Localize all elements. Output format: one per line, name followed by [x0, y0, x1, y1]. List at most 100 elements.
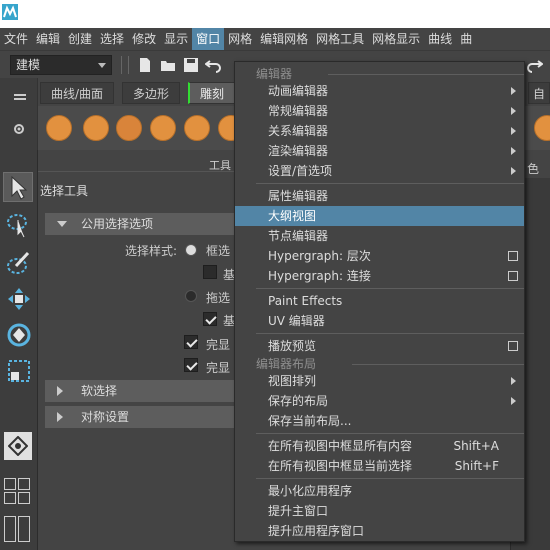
menu-display[interactable]: 显示 [160, 28, 192, 50]
menu-item-animation-editors[interactable]: 动画编辑器 [235, 81, 524, 101]
fill-tool-icon[interactable] [534, 115, 550, 141]
menu-item-label: 视图排列 [268, 374, 317, 388]
submenu-arrow-icon [511, 87, 516, 95]
gear-icon[interactable] [12, 122, 26, 136]
menu-item-playblast[interactable]: 播放预览 [235, 336, 524, 356]
smooth-tool-icon[interactable] [83, 115, 109, 141]
menu-mesh-tools[interactable]: 网格工具 [312, 28, 368, 50]
layout-four-button[interactable] [4, 478, 30, 504]
grab-tool-icon[interactable] [150, 115, 176, 141]
menu-item-save-current-layout[interactable]: 保存当前布局... [235, 411, 524, 431]
drag-radio[interactable] [185, 290, 197, 302]
menu-surfaces[interactable]: 曲 [456, 28, 476, 50]
shelf-tab-polygons[interactable]: 多边形 [122, 82, 181, 104]
menu-item-hypergraph-hierarchy[interactable]: Hypergraph: 层次 [235, 246, 524, 266]
menu-item-raise-app-windows[interactable]: 提升应用程序窗口 [235, 521, 524, 541]
menu-item-relationship-editors[interactable]: 关系编辑器 [235, 121, 524, 141]
section-editors-label: 编辑器 [256, 67, 293, 81]
layout-single-button[interactable] [4, 432, 32, 460]
menu-item-attribute-editor[interactable]: 属性编辑器 [235, 186, 524, 206]
plus-icon [4, 492, 16, 504]
menu-curves[interactable]: 曲线 [424, 28, 456, 50]
menu-item-label: 关系编辑器 [268, 124, 329, 138]
menu-item-label: 渲染编辑器 [268, 144, 329, 158]
shelf-tab-sculpting[interactable]: 雕刻 [188, 82, 236, 104]
menuset-dropdown[interactable]: 建模 [10, 55, 112, 75]
scale-tool-button[interactable] [3, 356, 33, 386]
option-box-icon[interactable] [508, 341, 518, 351]
menu-edit[interactable]: 编辑 [32, 28, 64, 50]
open-scene-icon[interactable] [160, 57, 176, 73]
menu-modify[interactable]: 修改 [128, 28, 160, 50]
sculpt-tool-icon[interactable] [46, 115, 72, 141]
menu-item-label: 设置/首选项 [268, 164, 333, 178]
tool-settings-panel: 工具 选择工具 公用选择选项 选择样式: 框选 基 拖选 基 完显 完显 软选择… [38, 150, 246, 550]
section-layouts-label: 编辑器布局 [256, 357, 317, 371]
lasso-tool-button[interactable] [3, 210, 33, 240]
menu-item-outliner[interactable]: 大纲视图 [235, 206, 524, 226]
menu-item-view-arrangement[interactable]: 视图排列 [235, 371, 524, 391]
new-scene-icon[interactable] [137, 57, 153, 73]
menu-item-general-editors[interactable]: 常规编辑器 [235, 101, 524, 121]
symmetry-settings-header[interactable]: 对称设置 [45, 406, 235, 428]
menu-item-hypergraph-connections[interactable]: Hypergraph: 连接 [235, 266, 524, 286]
drag-sub-checkbox[interactable] [203, 312, 217, 326]
section-label: 软选择 [81, 384, 118, 398]
menu-item-label: 常规编辑器 [268, 104, 329, 118]
menu-file[interactable]: 文件 [0, 28, 32, 50]
shelf-tab-custom[interactable]: 自定 [528, 82, 550, 123]
menu-item-frame-selected[interactable]: 在所有视图中框显当前选择 Shift+F [235, 456, 524, 476]
relax-tool-icon[interactable] [116, 115, 142, 141]
move-tool-button[interactable] [3, 284, 33, 314]
tool-name-label: 选择工具 [40, 184, 89, 198]
title-bar [0, 0, 550, 28]
section-editors-header: 编辑器 [256, 66, 524, 82]
menu-item-node-editor[interactable]: 节点编辑器 [235, 226, 524, 246]
menu-item-label: 播放预览 [268, 339, 317, 353]
common-selection-options-header[interactable]: 公用选择选项 [45, 213, 235, 235]
menu-mesh-display[interactable]: 网格显示 [368, 28, 424, 50]
plus-icon [18, 492, 30, 504]
menu-item-raise-main-window[interactable]: 提升主窗口 [235, 501, 524, 521]
undo-icon[interactable] [205, 57, 221, 73]
paint-select-tool-button[interactable] [3, 248, 33, 278]
marquee-radio[interactable] [185, 244, 197, 256]
menu-item-settings-preferences[interactable]: 设置/首选项 [235, 161, 524, 181]
menu-create[interactable]: 创建 [64, 28, 96, 50]
submenu-arrow-icon [511, 397, 516, 405]
complete-checkbox-2[interactable] [184, 358, 198, 372]
save-scene-icon[interactable] [183, 57, 199, 73]
option-box-icon[interactable] [508, 251, 518, 261]
rotate-tool-button[interactable] [3, 320, 33, 350]
lasso-icon [7, 214, 27, 238]
complete-label-1: 完显 [206, 338, 231, 352]
soft-selection-header[interactable]: 软选择 [45, 380, 235, 402]
redo-icon[interactable] [527, 57, 543, 73]
submenu-arrow-icon [511, 377, 516, 385]
menu-edit-mesh[interactable]: 编辑网格 [256, 28, 312, 50]
layout-two-button[interactable] [4, 516, 30, 542]
option-box-icon[interactable] [508, 271, 518, 281]
divider [256, 288, 524, 289]
complete-checkbox-1[interactable] [184, 335, 198, 349]
shelf-menu-icon-line [14, 98, 26, 100]
menu-item-label: 保存的布局 [268, 394, 329, 408]
menuset-value: 建模 [16, 58, 41, 72]
menu-item-minimize-app[interactable]: 最小化应用程序 [235, 481, 524, 501]
menu-item-saved-layouts[interactable]: 保存的布局 [235, 391, 524, 411]
select-tool-button[interactable] [3, 172, 33, 202]
menu-item-frame-all[interactable]: 在所有视图中框显所有内容 Shift+A [235, 436, 524, 456]
shelf-tab-curves-surfaces[interactable]: 曲线/曲面 [40, 82, 115, 104]
menu-item-uv-editor[interactable]: UV 编辑器 [235, 311, 524, 331]
menu-select[interactable]: 选择 [96, 28, 128, 50]
menu-windows[interactable]: 窗口 [192, 28, 225, 50]
menu-item-label: 在所有视图中框显当前选择 [268, 459, 413, 473]
pinch-tool-icon[interactable] [184, 115, 210, 141]
menu-item-rendering-editors[interactable]: 渲染编辑器 [235, 141, 524, 161]
section-layouts-header: 编辑器布局 [256, 356, 524, 372]
marquee-sub-checkbox[interactable] [203, 265, 217, 279]
menu-mesh[interactable]: 网格 [224, 28, 256, 50]
menu-item-paint-effects[interactable]: Paint Effects [235, 291, 524, 311]
menu-item-label: 节点编辑器 [268, 229, 329, 243]
shelf-menu-icon[interactable] [14, 94, 26, 96]
